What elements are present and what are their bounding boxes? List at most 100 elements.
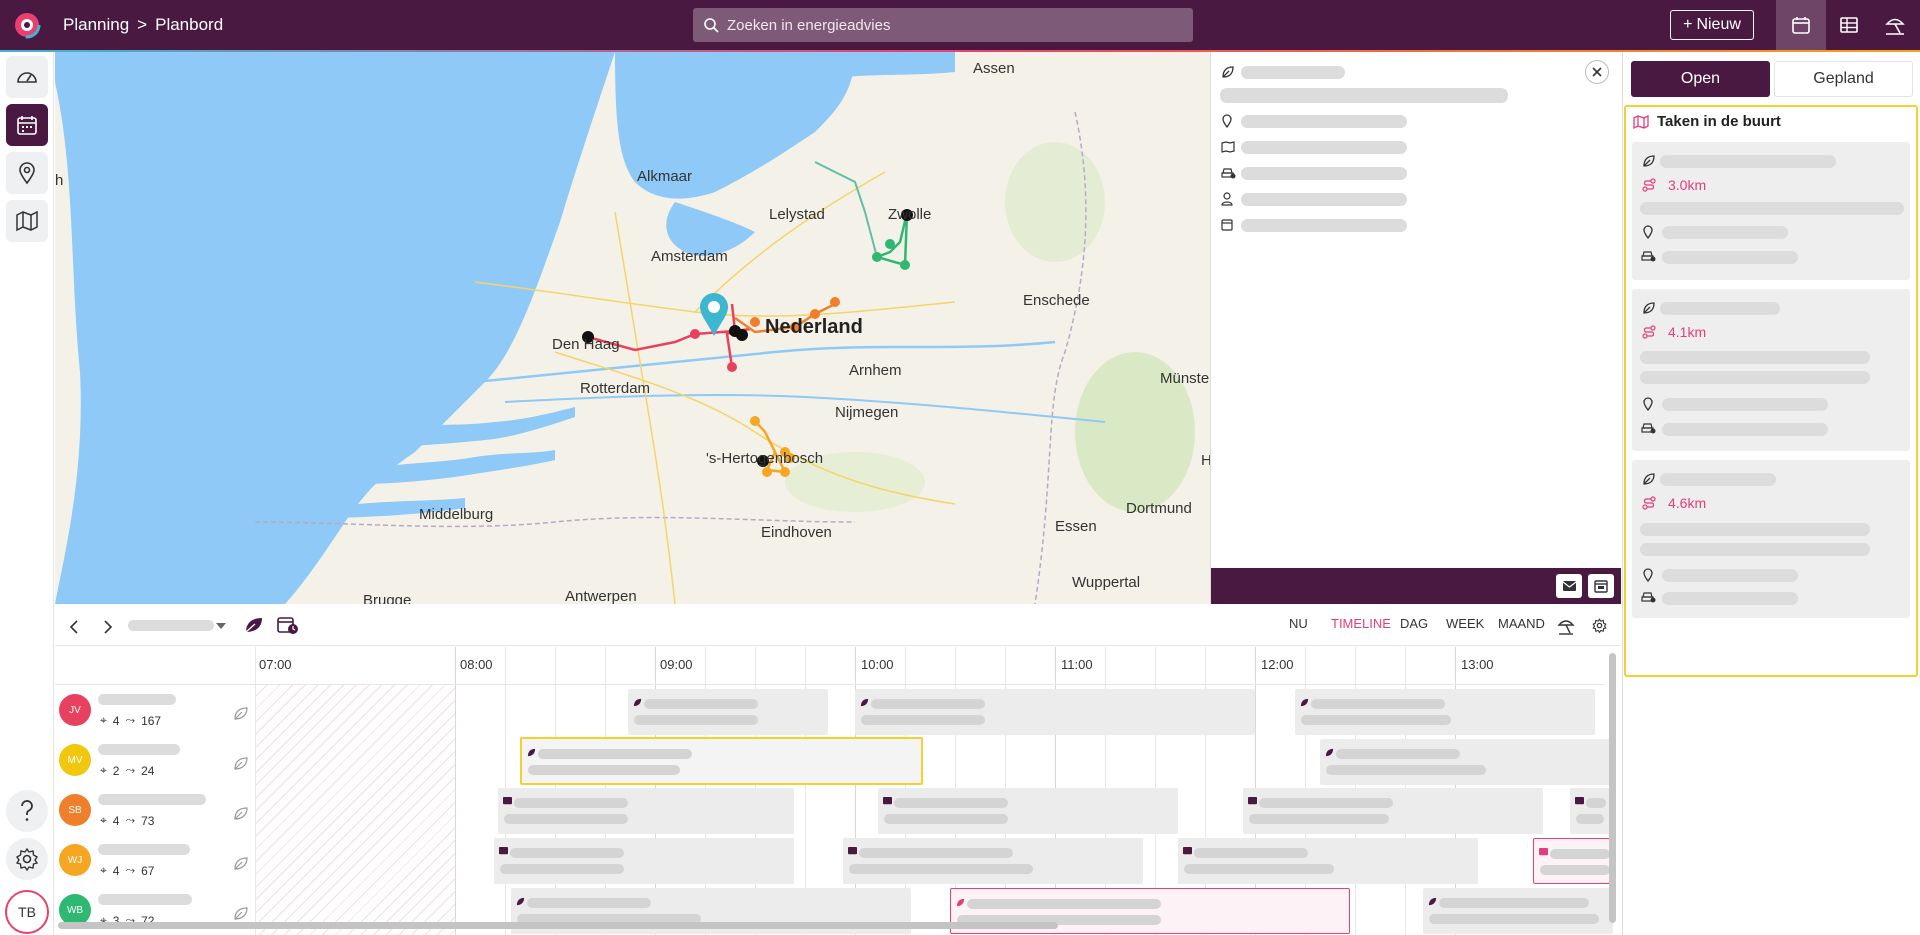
person-name-skeleton xyxy=(98,794,206,805)
chat-icon xyxy=(1183,847,1192,855)
leaf-icon xyxy=(1300,698,1309,707)
timeline-task[interactable] xyxy=(878,788,1178,834)
person-row[interactable]: SB ⌖ 4 ⤳ 73 xyxy=(55,787,255,837)
nearby-title: Taken in de buurt xyxy=(1633,113,1781,130)
date-selector-skeleton[interactable] xyxy=(128,620,214,631)
person-name-skeleton xyxy=(98,694,176,705)
breadcrumb-section[interactable]: Planning xyxy=(63,15,129,35)
timeline-task[interactable] xyxy=(1320,739,1610,785)
nearby-task-card[interactable]: 4.1km xyxy=(1632,289,1910,451)
hour-label: 08:00 xyxy=(460,657,493,672)
timeline-grid: 07:00 08:00 09:00 10:00 11:00 12:00 13:0… xyxy=(55,647,1620,935)
nearby-task-card[interactable]: 3.0km xyxy=(1632,142,1910,280)
timeline-task[interactable] xyxy=(1243,788,1543,834)
person-icon xyxy=(1221,192,1233,206)
vertical-scrollbar[interactable] xyxy=(1609,653,1616,923)
timeline-task[interactable] xyxy=(1570,788,1610,834)
map-label-brugge: Brugge xyxy=(363,592,412,604)
leaf-icon[interactable] xyxy=(231,903,251,923)
status-tabs: Open Gepland xyxy=(1631,61,1913,97)
location-count: 4 xyxy=(112,813,120,828)
chat-icon xyxy=(499,847,508,855)
view-week[interactable]: WEEK xyxy=(1446,616,1484,631)
help-button[interactable] xyxy=(6,790,48,832)
map-label-den-haag: Den Haag xyxy=(552,336,620,353)
chat-icon xyxy=(848,847,857,855)
leaf-icon[interactable] xyxy=(231,753,251,773)
timeline-toolbar: NU TIMELINE DAG WEEK MAAND xyxy=(55,606,1620,646)
vacation-view-button[interactable] xyxy=(1870,0,1920,50)
leaf-icon[interactable] xyxy=(244,615,264,635)
timeline-task[interactable] xyxy=(843,838,1143,884)
route-distance: 167 xyxy=(141,713,162,728)
route-distance: 24 xyxy=(141,763,155,778)
person-stats: ⌖ 4 ⤳ 167 xyxy=(100,713,162,728)
calendar-view-button[interactable] xyxy=(1776,0,1826,50)
leaf-icon[interactable] xyxy=(231,803,251,823)
sidebar-item-map[interactable] xyxy=(6,200,48,242)
timeline-task-selected[interactable] xyxy=(520,737,923,785)
view-maand[interactable]: MAAND xyxy=(1498,616,1545,631)
leaf-icon[interactable] xyxy=(231,853,251,873)
avatar: SB xyxy=(59,794,91,826)
view-nu[interactable]: NU xyxy=(1289,616,1308,631)
person-row[interactable]: WJ ⌖ 4 ⤳ 67 xyxy=(55,837,255,887)
map-label-assen: Assen xyxy=(973,60,1015,77)
timeline-task[interactable] xyxy=(1423,888,1613,934)
timeline-task[interactable] xyxy=(494,838,794,884)
email-button[interactable] xyxy=(1556,574,1582,598)
user-avatar[interactable]: TB xyxy=(5,890,49,934)
nearby-task-card[interactable]: 4.6km xyxy=(1632,460,1910,618)
chevron-right-icon[interactable] xyxy=(103,620,113,634)
map-label-essen: Essen xyxy=(1055,518,1097,535)
timeline-task[interactable] xyxy=(498,788,794,834)
gear-icon[interactable] xyxy=(1592,618,1607,633)
horizontal-scrollbar[interactable] xyxy=(58,922,1058,929)
schedule-button[interactable] xyxy=(1588,574,1614,598)
top-bar: Planning > Planbord Zoeken in energieadv… xyxy=(0,0,1920,52)
timeline-task[interactable] xyxy=(1533,838,1610,884)
timeline-task[interactable] xyxy=(628,689,828,735)
chevron-left-icon[interactable] xyxy=(69,620,79,634)
umbrella-icon[interactable] xyxy=(1557,617,1575,635)
sidebar-item-dashboard[interactable] xyxy=(6,56,48,98)
chevron-down-icon[interactable] xyxy=(216,623,226,629)
detail-date-skeleton xyxy=(1241,219,1407,232)
calendar-clock-icon[interactable] xyxy=(277,615,299,635)
right-panel: Open Gepland Taken in de buurt 3.0km 4.1… xyxy=(1622,52,1920,935)
map-pin-icon xyxy=(1643,568,1653,582)
sidebar-item-locations[interactable] xyxy=(6,152,48,194)
car-icon xyxy=(1641,251,1656,262)
help-icon xyxy=(21,800,33,821)
car-icon xyxy=(1221,168,1236,179)
search-input[interactable]: Zoeken in energieadvies xyxy=(693,8,1193,42)
hour-label: 10:00 xyxy=(861,657,894,672)
timeline-task[interactable] xyxy=(1178,838,1478,884)
map-label-edge-left: h xyxy=(55,172,64,189)
card-travel-skeleton xyxy=(1662,251,1798,264)
timeline-task[interactable] xyxy=(1295,689,1595,735)
map-view[interactable]: Assen Alkmaar Lelystad Zwolle Amsterdam … xyxy=(55,52,1210,604)
chat-icon xyxy=(1575,797,1584,805)
close-button[interactable] xyxy=(1585,60,1609,84)
view-timeline[interactable]: TIMELINE xyxy=(1331,616,1391,631)
card-line-skeleton xyxy=(1640,351,1870,364)
tab-gepland[interactable]: Gepland xyxy=(1774,61,1913,97)
sidebar-item-planning[interactable] xyxy=(6,104,48,146)
leaf-icon[interactable] xyxy=(231,703,251,723)
leaf-icon xyxy=(956,898,965,907)
map-pin-icon xyxy=(19,162,35,185)
table-view-button[interactable] xyxy=(1824,0,1874,50)
person-row[interactable]: JV ⌖ 4 ⤳ 167 xyxy=(55,687,255,737)
card-address-skeleton xyxy=(1662,569,1798,582)
person-row[interactable]: MV ⌖ 2 ⤳ 24 xyxy=(55,737,255,787)
avatar: JV xyxy=(59,694,91,726)
person-name-skeleton xyxy=(98,744,180,755)
chat-icon xyxy=(503,797,512,805)
settings-button[interactable] xyxy=(6,838,48,880)
app-logo[interactable] xyxy=(13,11,41,39)
tab-open[interactable]: Open xyxy=(1631,61,1770,97)
view-dag[interactable]: DAG xyxy=(1400,616,1428,631)
new-button[interactable]: + Nieuw xyxy=(1670,10,1754,40)
timeline-task[interactable] xyxy=(855,689,1255,735)
